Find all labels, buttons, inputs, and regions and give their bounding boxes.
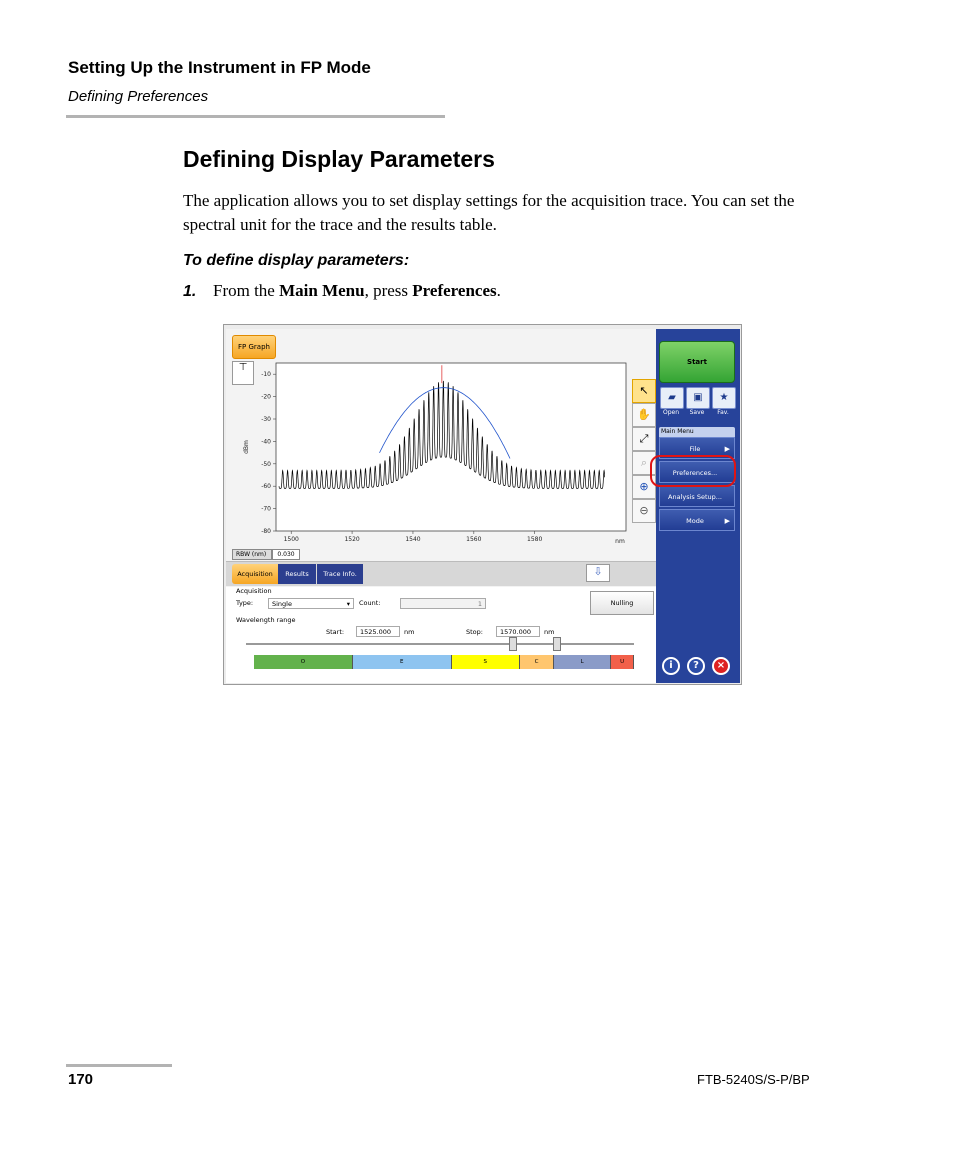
pointer-tool-icon[interactable]: ↖ — [632, 379, 656, 403]
collapse-arrow-icon[interactable]: ⇩ — [586, 564, 610, 582]
document-id: FTB-5240S/S-P/BP — [697, 1072, 810, 1087]
y-tick-label: -30 — [261, 416, 271, 423]
step-number: 1. — [183, 283, 197, 300]
running-header-subtitle: Defining Preferences — [68, 88, 209, 105]
header-rule — [66, 115, 445, 118]
x-tick-label: 1580 — [527, 536, 542, 543]
bottom-tabs: Acquisition Results Trace Info. ⇩ — [226, 561, 656, 586]
tab-results[interactable]: Results — [278, 564, 316, 584]
stop-label: Stop: — [466, 628, 483, 636]
start-unit: nm — [404, 628, 415, 636]
type-select-value: Single — [272, 600, 292, 608]
zoom-out-icon[interactable]: ⊖ — [632, 499, 656, 523]
y-tick-label: -70 — [261, 506, 271, 513]
procedure-title: To define display parameters: — [183, 252, 410, 269]
step-text-a: From the — [213, 281, 280, 300]
type-select[interactable]: Single ▾ — [268, 598, 354, 609]
rbw-value: 0.030 — [272, 549, 300, 560]
section-title: Defining Display Parameters — [183, 146, 495, 172]
nulling-button[interactable]: Nulling — [590, 591, 654, 615]
count-label: Count: — [359, 599, 381, 607]
spectrum-chart: -10 -20 -30 -40 -50 -60 -70 -80 1500 1520 1540 1560… — [243, 362, 627, 545]
chevron-right-icon: ▶ — [724, 517, 730, 525]
running-header-title: Setting Up the Instrument in FP Mode — [68, 58, 371, 77]
tab-acquisition[interactable]: Acquisition — [232, 564, 278, 584]
open-folder-icon[interactable]: ▰ — [660, 387, 684, 409]
fp-graph-tab[interactable]: FP Graph — [232, 335, 276, 359]
start-button[interactable]: Start — [659, 341, 735, 383]
y-tick-label: -60 — [261, 483, 271, 490]
acquisition-heading: Acquisition — [236, 587, 272, 595]
close-icon[interactable]: × — [712, 657, 730, 675]
help-icon[interactable]: ? — [687, 657, 705, 675]
y-tick-label: -40 — [261, 438, 271, 445]
menu-item-mode[interactable]: Mode ▶ — [659, 509, 735, 531]
acquisition-panel: Acquisition Type: Single ▾ Count: 1 Nulli… — [226, 587, 656, 683]
stop-unit: nm — [544, 628, 555, 636]
pan-hand-icon[interactable]: ✋ — [632, 403, 656, 427]
plot-area: ⊤ -10 -20 -30 -40 -50 -60 -70 -80 1500 1520 1540 15… — [228, 359, 656, 549]
step-text-c: . — [496, 281, 501, 300]
info-icon[interactable]: i — [662, 657, 680, 675]
save-label: Save — [689, 409, 705, 416]
y-tick-label: -20 — [261, 394, 271, 401]
footer-rule — [66, 1064, 172, 1067]
save-icon[interactable]: ▣ — [686, 387, 710, 409]
wavelength-slider-track[interactable] — [246, 643, 634, 645]
y-axis-label: dBm — [243, 440, 250, 454]
wavelength-range-label: Wavelength range — [236, 616, 296, 624]
main-menu-header: Main Menu — [659, 427, 735, 437]
slider-thumb-start[interactable] — [509, 637, 517, 651]
x-axis-label: nm — [615, 538, 625, 545]
band-u: U — [611, 655, 634, 669]
start-wavelength-field[interactable]: 1525.000 — [356, 626, 400, 637]
favorite-star-icon[interactable]: ★ — [712, 387, 736, 409]
fav-label: Fav. — [717, 409, 729, 416]
band-s: S — [451, 655, 520, 669]
y-tick-label: -80 — [261, 528, 271, 535]
open-label: Open — [662, 409, 680, 416]
menu-item-mode-label: Mode — [686, 517, 704, 525]
stop-wavelength-field[interactable]: 1570.000 — [496, 626, 540, 637]
chevron-down-icon: ▾ — [346, 600, 350, 608]
zoom-fit-icon[interactable]: ⤢ — [632, 427, 656, 451]
graph-pane: FP Graph ⊤ -10 -20 -30 -40 -50 -60 -70 -80 1500 1… — [226, 329, 656, 683]
menu-item-analysis-setup-label: Analysis Setup... — [668, 493, 722, 501]
x-tick-label: 1540 — [405, 536, 420, 543]
preferences-highlight-ring — [650, 455, 736, 487]
intro-paragraph: The application allows you to set displa… — [183, 191, 795, 234]
y-tick-label: -50 — [261, 461, 271, 468]
slider-thumb-stop[interactable] — [553, 637, 561, 651]
band-e: E — [352, 655, 452, 669]
app-screenshot: FP Graph ⊤ -10 -20 -30 -40 -50 -60 -70 -80 1500 1… — [223, 324, 742, 685]
menu-item-analysis-setup[interactable]: Analysis Setup... — [659, 485, 735, 507]
step-bold-preferences: Preferences — [412, 281, 497, 300]
band-o: O — [254, 655, 353, 669]
y-tick-label: -10 — [261, 371, 271, 378]
rbw-readout: RBW (nm) 0.030 — [232, 549, 300, 560]
step-text-b: , press — [364, 281, 413, 300]
start-label: Start: — [326, 628, 345, 636]
page-number: 170 — [68, 1071, 94, 1088]
x-tick-label: 1500 — [284, 536, 299, 543]
rbw-label: RBW (nm) — [232, 549, 272, 560]
band-c: C — [520, 655, 555, 669]
band-l: L — [554, 655, 612, 669]
side-panel: Start ▰ ▣ ★ Open Save Fav. Main Menu Fil… — [656, 329, 740, 683]
x-tick-label: 1520 — [344, 536, 359, 543]
type-label: Type: — [236, 599, 254, 607]
step-1: 1. From the Main Menu, press Preferences. — [183, 281, 501, 301]
x-tick-label: 1560 — [466, 536, 481, 543]
step-bold-main-menu: Main Menu — [279, 281, 365, 300]
count-field[interactable]: 1 — [400, 598, 486, 609]
tab-trace-info[interactable]: Trace Info. — [317, 564, 363, 584]
